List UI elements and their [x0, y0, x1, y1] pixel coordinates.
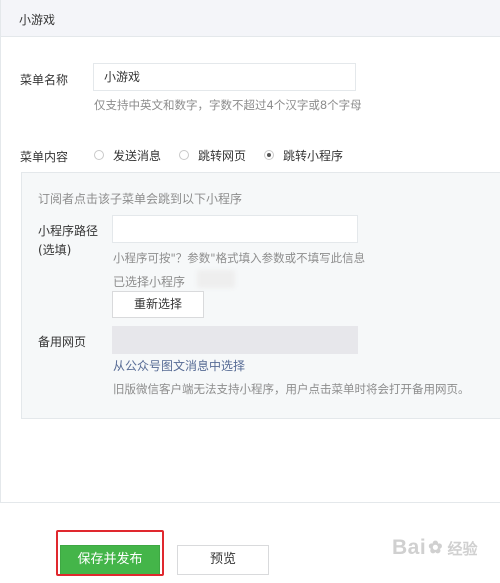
menu-content-radio-group: 发送消息 跳转网页 跳转小程序 — [94, 147, 361, 163]
menu-name-label: 菜单名称 — [20, 73, 69, 87]
watermark-jingyan: 经验 — [447, 540, 478, 558]
radio-label: 发送消息 — [113, 148, 162, 163]
mini-program-path-input[interactable] — [112, 215, 358, 243]
preview-button[interactable]: 预览 — [177, 545, 269, 575]
menu-content-label: 菜单内容 — [20, 150, 69, 164]
mini-program-path-optional-label: (选填) — [38, 243, 72, 257]
radio-label: 跳转网页 — [198, 148, 247, 163]
radio-send-message[interactable]: 发送消息 — [94, 147, 161, 164]
watermark-text: Bai — [392, 536, 427, 559]
radio-jump-webpage[interactable]: 跳转网页 — [179, 147, 246, 164]
radio-circle-icon — [179, 150, 190, 160]
radio-jump-mini-program[interactable]: 跳转小程序 — [264, 147, 343, 164]
select-from-articles-link[interactable]: 从公众号图文消息中选择 — [113, 357, 245, 374]
mini-program-path-tip: 小程序可按"？参数"格式填入参数或不填写此信息 — [113, 251, 366, 265]
baidu-jingyan-watermark: Bai ✿ 经验 — [392, 536, 477, 560]
panel-header: 小游戏 — [1, 0, 500, 37]
mini-program-path-label: 小程序路径 — [38, 224, 99, 238]
menu-name-value: 小游戏 — [104, 70, 141, 84]
backup-webpage-input — [112, 326, 358, 354]
paw-icon: ✿ — [428, 538, 443, 557]
mini-program-intro: 订阅者点击该子菜单会跳到以下小程序 — [38, 192, 243, 206]
backup-webpage-label: 备用网页 — [38, 335, 87, 349]
selected-mini-program-label: 已选择小程序 — [113, 275, 186, 289]
radio-checked-icon — [264, 150, 275, 160]
menu-editor-panel: 小游戏 菜单名称 小游戏 仅支持中英文和数字，字数不超过4个汉字或8个字母 菜单… — [0, 0, 500, 503]
menu-name-tip: 仅支持中英文和数字，字数不超过4个汉字或8个字母 — [94, 98, 362, 112]
backup-webpage-tip: 旧版微信客户端无法支持小程序，用户点击菜单时将会打开备用网页。 — [113, 382, 470, 396]
radio-circle-icon — [94, 150, 104, 160]
reselect-button[interactable]: 重新选择 — [112, 291, 204, 318]
menu-name-input[interactable]: 小游戏 — [93, 63, 356, 91]
highlight-box — [56, 530, 164, 576]
radio-label: 跳转小程序 — [283, 148, 344, 163]
panel-title: 小游戏 — [19, 13, 56, 27]
blurred-mini-program-name — [197, 270, 235, 288]
